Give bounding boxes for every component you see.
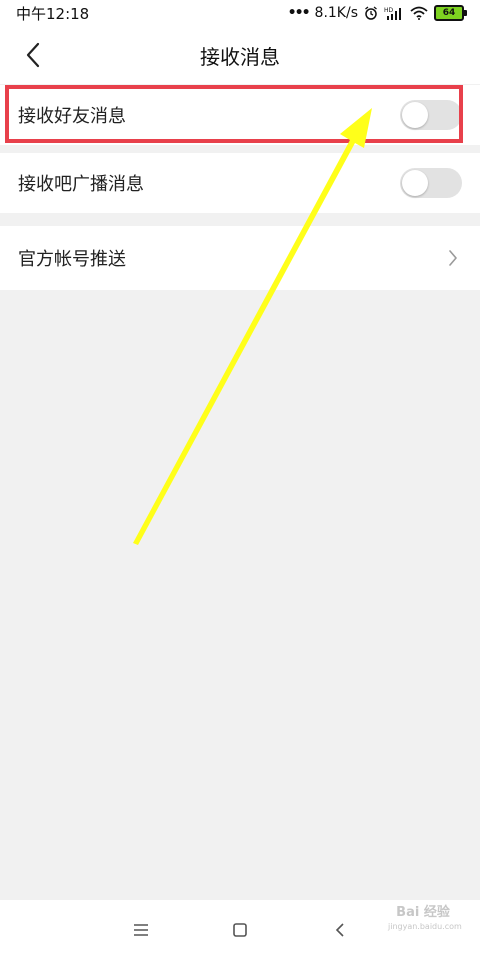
watermark-sub: jingyan.baidu.com bbox=[388, 922, 462, 931]
setting-receive-bar-broadcast: 接收吧广播消息 bbox=[0, 153, 480, 213]
alarm-icon bbox=[364, 6, 378, 20]
nav-back-button[interactable] bbox=[327, 918, 353, 942]
wifi-icon bbox=[410, 6, 428, 20]
status-dots: ••• bbox=[287, 5, 311, 21]
broadcast-messages-toggle[interactable] bbox=[400, 168, 462, 198]
status-bar: 中午12:18 ••• 8.1K/s HD 64 bbox=[0, 0, 480, 26]
friend-messages-toggle[interactable] bbox=[400, 100, 462, 130]
battery-icon: 64 bbox=[434, 5, 467, 21]
network-speed: 8.1K/s bbox=[314, 5, 358, 21]
status-time: 中午12:18 bbox=[16, 4, 90, 23]
setting-label: 接收吧广播消息 bbox=[18, 174, 144, 195]
chevron-left-icon bbox=[26, 42, 40, 68]
header: 接收消息 bbox=[0, 26, 480, 84]
status-right: ••• 8.1K/s HD 64 bbox=[288, 5, 480, 21]
hd-signal-icon: HD bbox=[384, 6, 404, 20]
chevron-right-icon bbox=[449, 250, 457, 266]
back-triangle-icon bbox=[335, 923, 344, 937]
setting-label: 接收好友消息 bbox=[18, 106, 126, 127]
setting-label: 官方帐号推送 bbox=[18, 249, 126, 270]
back-button[interactable] bbox=[18, 40, 48, 70]
toggle-knob bbox=[402, 102, 428, 128]
menu-icon bbox=[134, 924, 148, 936]
setting-official-account-push[interactable]: 官方帐号推送 bbox=[0, 226, 480, 290]
home-square-icon bbox=[233, 923, 247, 937]
watermark: Bai 经验 jingyan.baidu.com bbox=[388, 905, 462, 950]
page-title: 接收消息 bbox=[200, 44, 280, 69]
menu-button[interactable] bbox=[128, 918, 154, 942]
watermark-main: Bai 经验 bbox=[396, 905, 450, 920]
home-button[interactable] bbox=[227, 918, 253, 942]
setting-receive-friend-messages: 接收好友消息 bbox=[0, 85, 480, 145]
svg-text:HD: HD bbox=[384, 7, 394, 14]
screen: 中午12:18 ••• 8.1K/s HD 64 接收消息 接收好友消息 接收吧… bbox=[0, 0, 480, 961]
toggle-knob bbox=[402, 170, 428, 196]
